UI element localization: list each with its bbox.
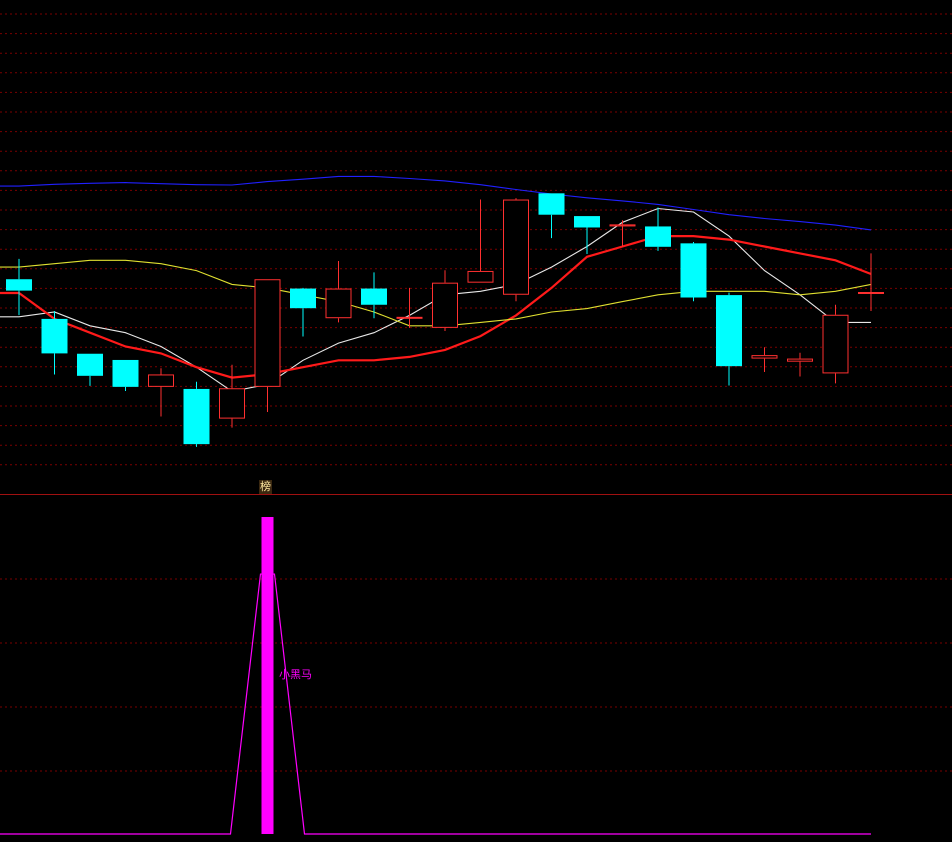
candle-body — [361, 288, 387, 305]
candle — [716, 292, 742, 386]
candle — [290, 287, 316, 337]
candle — [325, 260, 352, 323]
candle-body — [254, 279, 281, 387]
candle — [467, 199, 494, 283]
candle-body — [503, 199, 529, 295]
candle-body — [183, 388, 210, 445]
candle — [361, 272, 387, 319]
candle-body — [6, 279, 32, 291]
candle — [538, 193, 565, 239]
candle — [645, 207, 671, 251]
candle-body — [645, 226, 671, 247]
rank-badge: 榜 — [259, 480, 272, 494]
candle-body — [41, 318, 68, 354]
candle — [858, 253, 884, 311]
candlesticks — [6, 193, 884, 447]
candle — [77, 353, 103, 386]
candle — [574, 216, 600, 255]
candle — [822, 304, 849, 384]
candle-body — [858, 291, 884, 294]
candle-body — [680, 243, 707, 298]
stock-chart — [0, 13, 952, 835]
candle — [432, 270, 458, 331]
candle-body — [467, 270, 494, 283]
candle — [680, 241, 707, 302]
candle — [183, 381, 210, 447]
signal-bar — [261, 517, 274, 834]
signal-line — [0, 573, 871, 835]
candle-body — [148, 374, 174, 387]
moving-average-blue — [0, 175, 872, 231]
candle-body — [325, 288, 352, 319]
candle — [254, 279, 281, 413]
signal-indicator — [0, 517, 871, 835]
candle-body — [574, 216, 600, 228]
grid-lines — [0, 13, 952, 772]
signal-label: 小黑马 — [279, 668, 312, 681]
candle — [787, 352, 813, 377]
candle-body — [77, 353, 103, 376]
candle — [112, 359, 139, 392]
candle-body — [822, 314, 849, 374]
candle-body — [716, 295, 742, 367]
candle-body — [290, 288, 316, 309]
candle-body — [432, 282, 458, 328]
candle — [148, 368, 174, 417]
candle-body — [751, 355, 778, 359]
candle — [41, 310, 68, 375]
candle — [751, 347, 778, 373]
candle-body — [609, 224, 636, 227]
candle — [503, 198, 529, 302]
candle-body — [112, 359, 139, 387]
candle-body — [219, 388, 245, 419]
candle-body — [787, 358, 813, 362]
candle-body — [396, 316, 423, 319]
candle-body — [538, 193, 565, 215]
